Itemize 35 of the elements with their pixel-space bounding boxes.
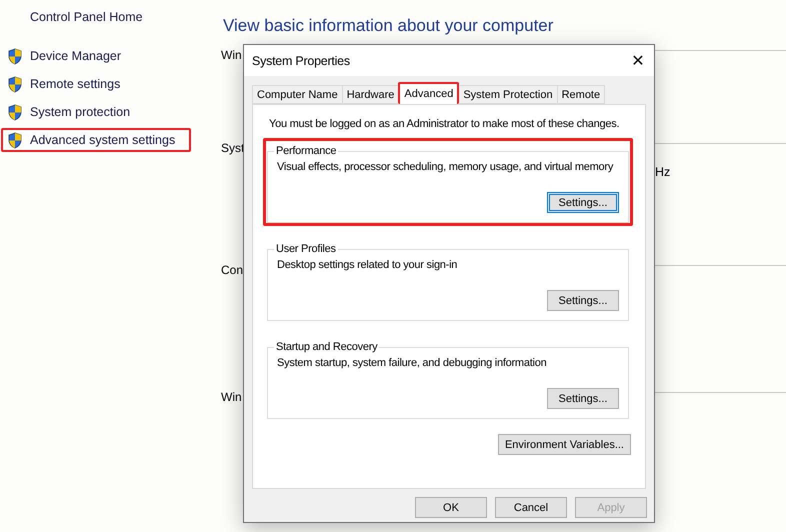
tab[interactable]: Remote	[556, 85, 606, 104]
section-heading: Syst	[221, 141, 244, 155]
tab[interactable]: Advanced	[398, 82, 460, 104]
control-panel-home-link[interactable]: Control Panel Home	[30, 10, 215, 24]
group-title: User Profiles	[275, 243, 337, 255]
group-description: Visual effects, processor scheduling, memory usage, and virtual memory	[277, 161, 614, 173]
shield-icon	[7, 48, 23, 64]
sidebar-link[interactable]: Remote settings	[1, 72, 191, 96]
settings-button[interactable]: Settings...	[547, 192, 619, 213]
environment-variables-button[interactable]: Environment Variables...	[498, 434, 631, 455]
settings-button[interactable]: Settings...	[547, 290, 619, 311]
group-title: Performance	[275, 145, 338, 157]
dialog-button[interactable]: OK	[415, 497, 487, 518]
group-description: Desktop settings related to your sign-in	[277, 259, 458, 271]
shield-icon	[7, 132, 23, 148]
dialog-title: System Properties	[252, 54, 350, 68]
section-heading: Con	[221, 263, 244, 277]
sidebar-link[interactable]: Device Manager	[1, 44, 191, 68]
group-title: Startup and Recovery	[275, 341, 378, 353]
settings-button[interactable]: Settings...	[547, 388, 619, 409]
shield-icon	[7, 104, 23, 120]
group-description: System startup, system failure, and debugging information	[277, 357, 546, 369]
admin-notice: You must be logged on as an Administrator to make most of these changes.	[269, 118, 620, 130]
tab[interactable]: Hardware	[342, 85, 400, 104]
dialog-button[interactable]: Cancel	[495, 497, 567, 518]
sidebar-link[interactable]: Advanced system settings	[1, 128, 191, 152]
shield-icon	[7, 76, 23, 92]
close-button[interactable]: ✕	[622, 46, 654, 74]
section-heading: Win	[221, 48, 242, 62]
sidebar-link[interactable]: System protection	[1, 100, 191, 124]
tab[interactable]: Computer Name	[252, 85, 343, 104]
page-title: View basic information about your computer	[223, 16, 554, 36]
tab[interactable]: System Protection	[458, 85, 558, 104]
info-value: Hz	[655, 165, 672, 179]
section-heading: Win	[221, 390, 242, 404]
